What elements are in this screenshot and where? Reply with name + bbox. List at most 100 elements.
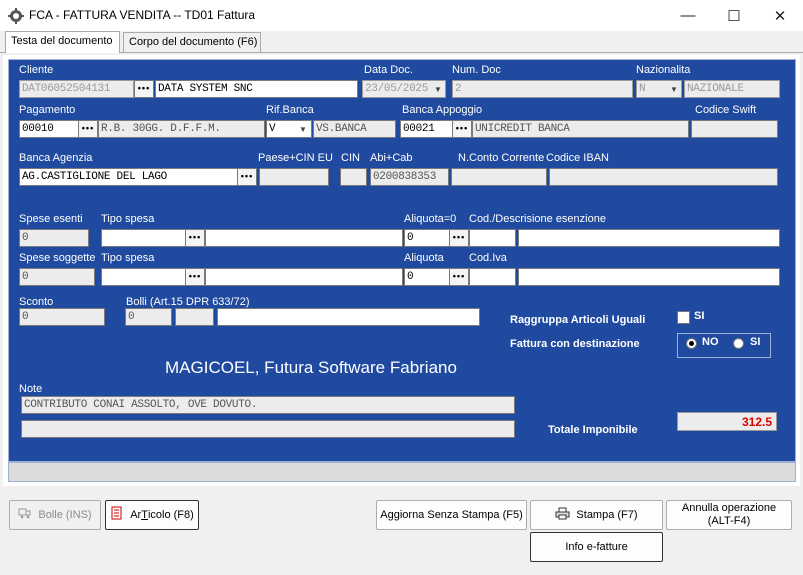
aliquota-label: Aliquota <box>404 252 444 264</box>
n-conto-label: N.Conto Corrente <box>458 152 545 164</box>
info-e-fatture-button[interactable]: Info e-fatture <box>530 532 663 562</box>
raggruppa-label: Raggruppa Articoli Uguali <box>510 314 646 326</box>
iban-field[interactable] <box>549 168 778 186</box>
codice-swift-field[interactable] <box>691 120 778 138</box>
cod-iva-desc-field <box>518 268 780 286</box>
fattura-destinazione-label: Fattura con destinazione <box>510 338 640 350</box>
sconto-field[interactable]: 0 <box>19 308 105 326</box>
close-button[interactable]: ✕ <box>757 0 803 31</box>
annulla-operazione-button[interactable]: Annulla operazione (ALT-F4) <box>666 500 792 530</box>
codice-swift-label: Codice Swift <box>695 104 757 116</box>
aliquota-lookup-button[interactable]: ••• <box>449 268 469 286</box>
spese-soggette-field[interactable]: 0 <box>19 268 95 286</box>
cliente-lookup-button[interactable]: ••• <box>134 80 154 98</box>
aliquota-0-lookup-button[interactable]: ••• <box>449 229 469 247</box>
data-doc-label: Data Doc. <box>364 64 413 76</box>
article-icon <box>110 506 124 524</box>
descr-esenzione-field[interactable] <box>518 229 780 247</box>
iban-label: Codice IBAN <box>546 152 609 164</box>
raggruppa-checkbox[interactable] <box>677 311 690 324</box>
tipo-spesa-soggette-desc-field <box>205 268 403 286</box>
banca-agenzia-lookup-button[interactable]: ••• <box>237 168 257 186</box>
destinazione-no-radio[interactable] <box>686 338 697 349</box>
bolle-button-label: Bolle (INS) <box>38 508 92 521</box>
printer-icon <box>555 507 570 524</box>
banca-appoggio-name-field: UNICREDIT BANCA <box>472 120 689 138</box>
maximize-button[interactable]: ☐ <box>711 0 757 31</box>
aggiorna-senza-stampa-button[interactable]: Aggiorna Senza Stampa (F5) <box>376 500 527 530</box>
tipo-spesa-esenti-field[interactable] <box>101 229 186 247</box>
tab-divider <box>0 52 803 53</box>
tipo-spesa-esenti-desc-field <box>205 229 403 247</box>
tipo-spesa-soggette-lookup-button[interactable]: ••• <box>185 268 205 286</box>
abi-cab-field[interactable]: 0200838353 <box>370 168 449 186</box>
cod-esenzione-field[interactable] <box>469 229 516 247</box>
tab-testa-documento[interactable]: Testa del documento <box>5 31 120 53</box>
cod-descrizione-esenzione-label: Cod./Descrisione esenzione <box>469 213 606 225</box>
tipo-spesa-soggette-field[interactable] <box>101 268 186 286</box>
aliquota-0-label: Aliquota=0 <box>404 213 457 225</box>
note-line-2-field[interactable] <box>21 420 515 438</box>
brand-text: MAGICOEL, Futura Software Fabriano <box>165 358 457 377</box>
pagamento-desc-field: R.B. 30GG. D.F.F.M. <box>98 120 265 138</box>
pagamento-code-field[interactable]: 00010 <box>19 120 79 138</box>
bolli-desc-field[interactable] <box>217 308 480 326</box>
window-title: FCA - FATTURA VENDITA -- TD01 Fattura <box>29 8 256 22</box>
sconto-label: Sconto <box>19 296 54 308</box>
cod-iva-field[interactable] <box>469 268 516 286</box>
bolle-button[interactable]: Bolle (INS) <box>9 500 101 530</box>
banca-agenzia-label: Banca Agenzia <box>19 152 93 164</box>
spese-soggette-label: Spese soggette <box>19 252 96 264</box>
tipo-spesa-label: Tipo spesa <box>101 213 155 225</box>
paese-cin-eu-field[interactable] <box>259 168 329 186</box>
rif-banca-label: Rif.Banca <box>266 104 314 116</box>
cliente-label: Cliente <box>19 64 54 76</box>
n-conto-field[interactable] <box>451 168 547 186</box>
stampa-button[interactable]: Stampa (F7) <box>530 500 663 530</box>
tipo-spesa-label: Tipo spesa <box>101 252 155 264</box>
pagamento-lookup-button[interactable]: ••• <box>78 120 98 138</box>
annulla-line-2: (ALT-F4) <box>707 515 751 527</box>
minimize-button[interactable]: — <box>665 0 711 31</box>
tab-corpo-documento[interactable]: Corpo del documento (F6) <box>123 32 261 52</box>
totale-imponibile-value: 312.5 <box>677 412 777 431</box>
note-label: Note <box>19 383 43 395</box>
stampa-button-label: Stampa (F7) <box>576 508 638 521</box>
cin-label: CIN <box>341 152 360 164</box>
chevron-down-icon[interactable]: ▼ <box>432 81 444 97</box>
rif-banca-desc-field: VS.BANCA <box>313 120 396 138</box>
num-doc-field[interactable]: 2 <box>452 80 633 98</box>
cliente-name-field[interactable]: DATA SYSTEM SNC <box>155 80 358 98</box>
paese-cin-eu-label: Paese+CIN EU <box>258 152 333 164</box>
nazionalita-label: Nazionalita <box>636 64 691 76</box>
chevron-down-icon[interactable]: ▼ <box>668 81 680 97</box>
aliquota-field[interactable]: 0 <box>404 268 450 286</box>
gear-app-icon <box>8 8 24 24</box>
articolo-accelerator: T <box>141 508 148 521</box>
truck-icon <box>18 507 32 523</box>
bolli-amount-field[interactable] <box>175 308 214 326</box>
nazionalita-name-field: NAZIONALE <box>684 80 780 98</box>
spese-esenti-field[interactable]: 0 <box>19 229 89 247</box>
destinazione-si-radio[interactable] <box>733 338 744 349</box>
pagamento-label: Pagamento <box>19 104 76 116</box>
raggruppa-si-label: SI <box>694 310 705 322</box>
bolli-quantity-field[interactable]: 0 <box>125 308 172 326</box>
banca-appoggio-lookup-button[interactable]: ••• <box>452 120 472 138</box>
articolo-button[interactable]: Ar Ticolo (F8) <box>105 500 199 530</box>
destinazione-si-label: SI <box>750 336 761 348</box>
banca-appoggio-code-field[interactable]: 00021 <box>400 120 453 138</box>
cod-iva-label: Cod.Iva <box>469 252 507 264</box>
annulla-line-1: Annulla operazione <box>681 502 777 514</box>
aliquota-0-field[interactable]: 0 <box>404 229 450 247</box>
chevron-down-icon[interactable]: ▼ <box>297 121 309 137</box>
form-status-strip <box>8 462 796 482</box>
note-line-1-field[interactable]: CONTRIBUTO CONAI ASSOLTO, OVE DOVUTO. <box>21 396 515 414</box>
cliente-code-field[interactable]: DAT06052504131 <box>19 80 134 98</box>
banca-agenzia-field[interactable]: AG.CASTIGLIONE DEL LAGO <box>19 168 239 186</box>
tipo-spesa-esenti-lookup-button[interactable]: ••• <box>185 229 205 247</box>
num-doc-label: Num. Doc <box>452 64 501 76</box>
cin-field[interactable] <box>340 168 367 186</box>
abi-cab-label: Abi+Cab <box>370 152 413 164</box>
destinazione-no-label: NO <box>702 336 719 348</box>
